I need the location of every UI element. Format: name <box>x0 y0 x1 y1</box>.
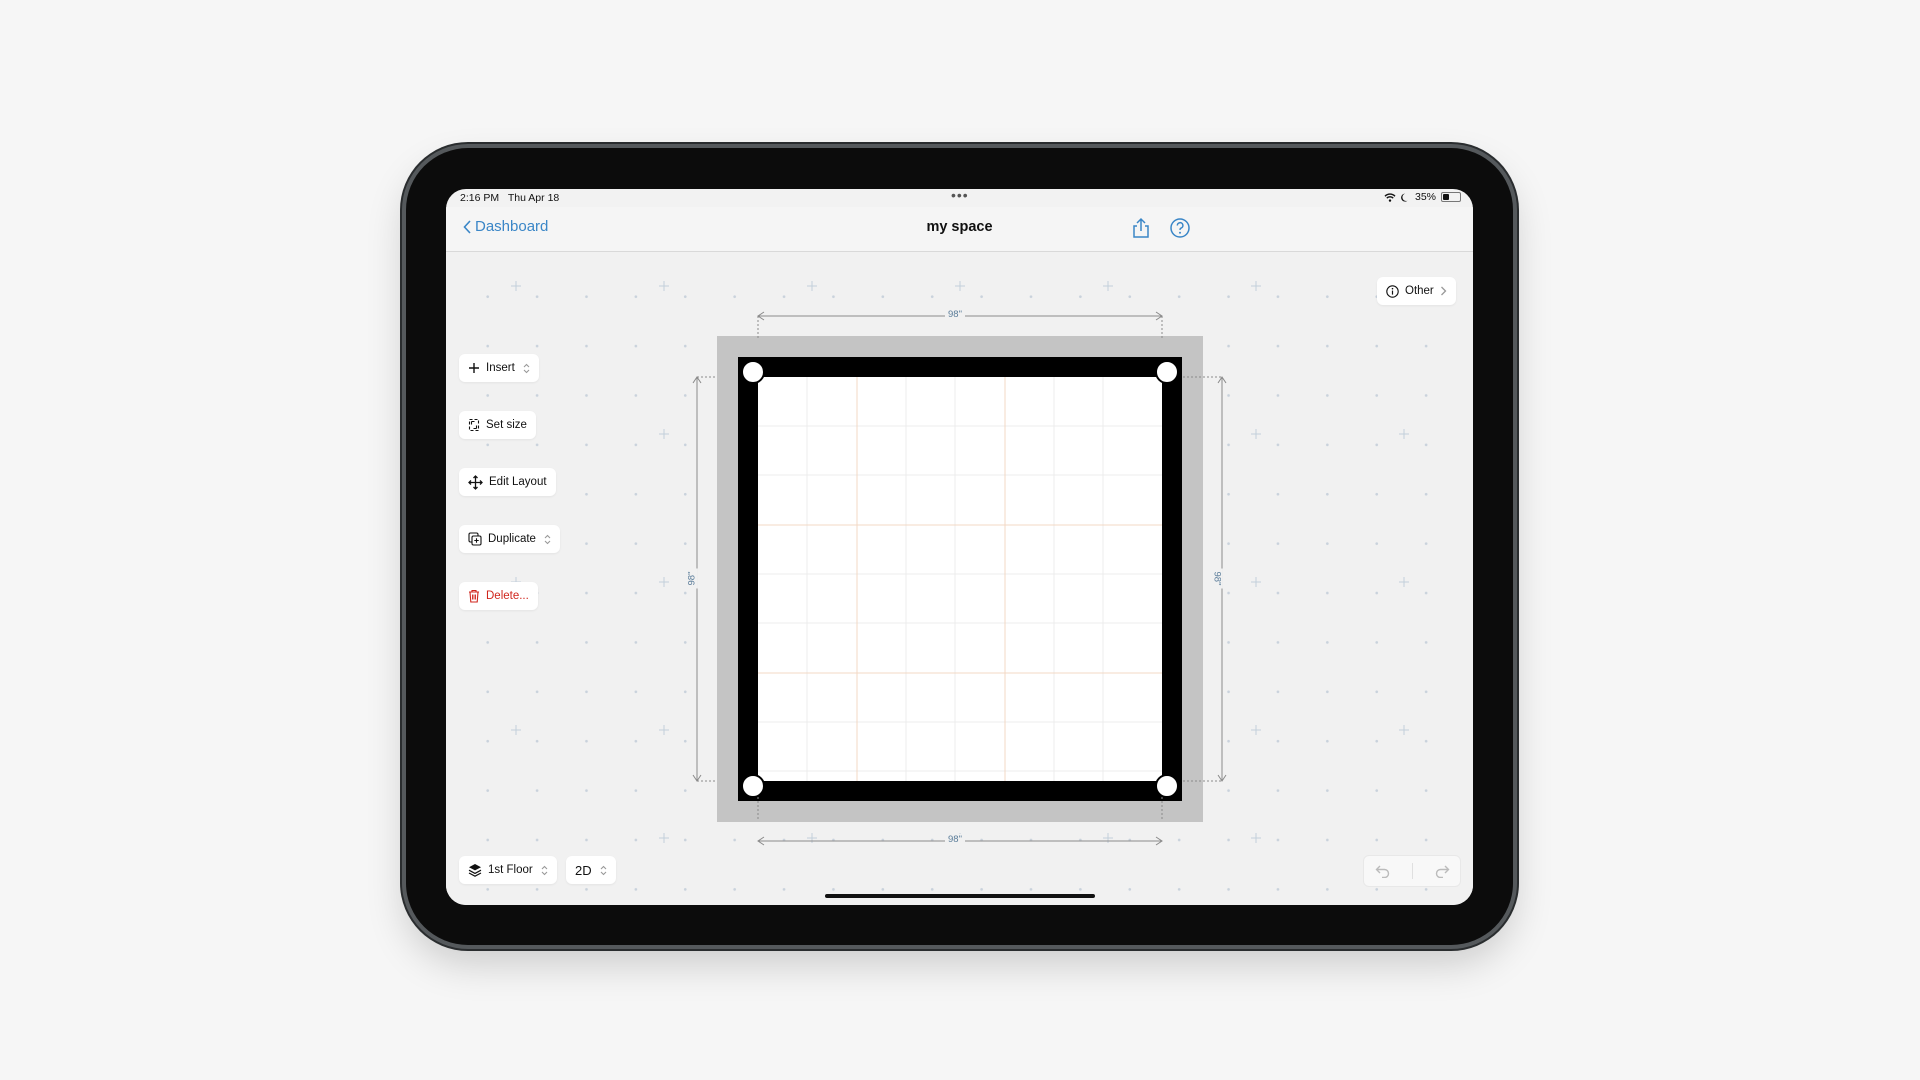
view-mode-label: 2D <box>575 862 592 878</box>
redo-icon[interactable] <box>1434 864 1450 878</box>
corner-handle-bottom-left[interactable] <box>741 774 765 798</box>
corner-handle-top-left[interactable] <box>741 360 765 384</box>
floor-selector[interactable]: 1st Floor <box>459 856 557 884</box>
view-mode-selector[interactable]: 2D <box>566 856 616 884</box>
dimension-label-bottom[interactable]: 98" <box>945 834 965 845</box>
corner-handle-top-right[interactable] <box>1155 360 1179 384</box>
layers-icon <box>468 864 482 877</box>
chevron-up-down-icon <box>541 865 548 876</box>
undo-redo-group <box>1363 855 1461 887</box>
home-indicator[interactable] <box>825 894 1095 898</box>
dimension-label-left[interactable]: 98" <box>686 568 698 589</box>
corner-handle-bottom-right[interactable] <box>1155 774 1179 798</box>
room-floor[interactable] <box>758 377 1162 781</box>
screen: 2:16 PM Thu Apr 18 ••• 35% Dashboard my … <box>446 189 1473 905</box>
undo-redo-divider <box>1411 863 1413 879</box>
floor-plan <box>692 311 1227 846</box>
floor-label: 1st Floor <box>488 864 533 876</box>
dimension-label-right[interactable]: 98" <box>1211 568 1223 589</box>
chevron-up-down-icon <box>600 865 607 876</box>
undo-icon[interactable] <box>1375 864 1391 878</box>
dimension-label-top[interactable]: 98" <box>945 309 965 320</box>
